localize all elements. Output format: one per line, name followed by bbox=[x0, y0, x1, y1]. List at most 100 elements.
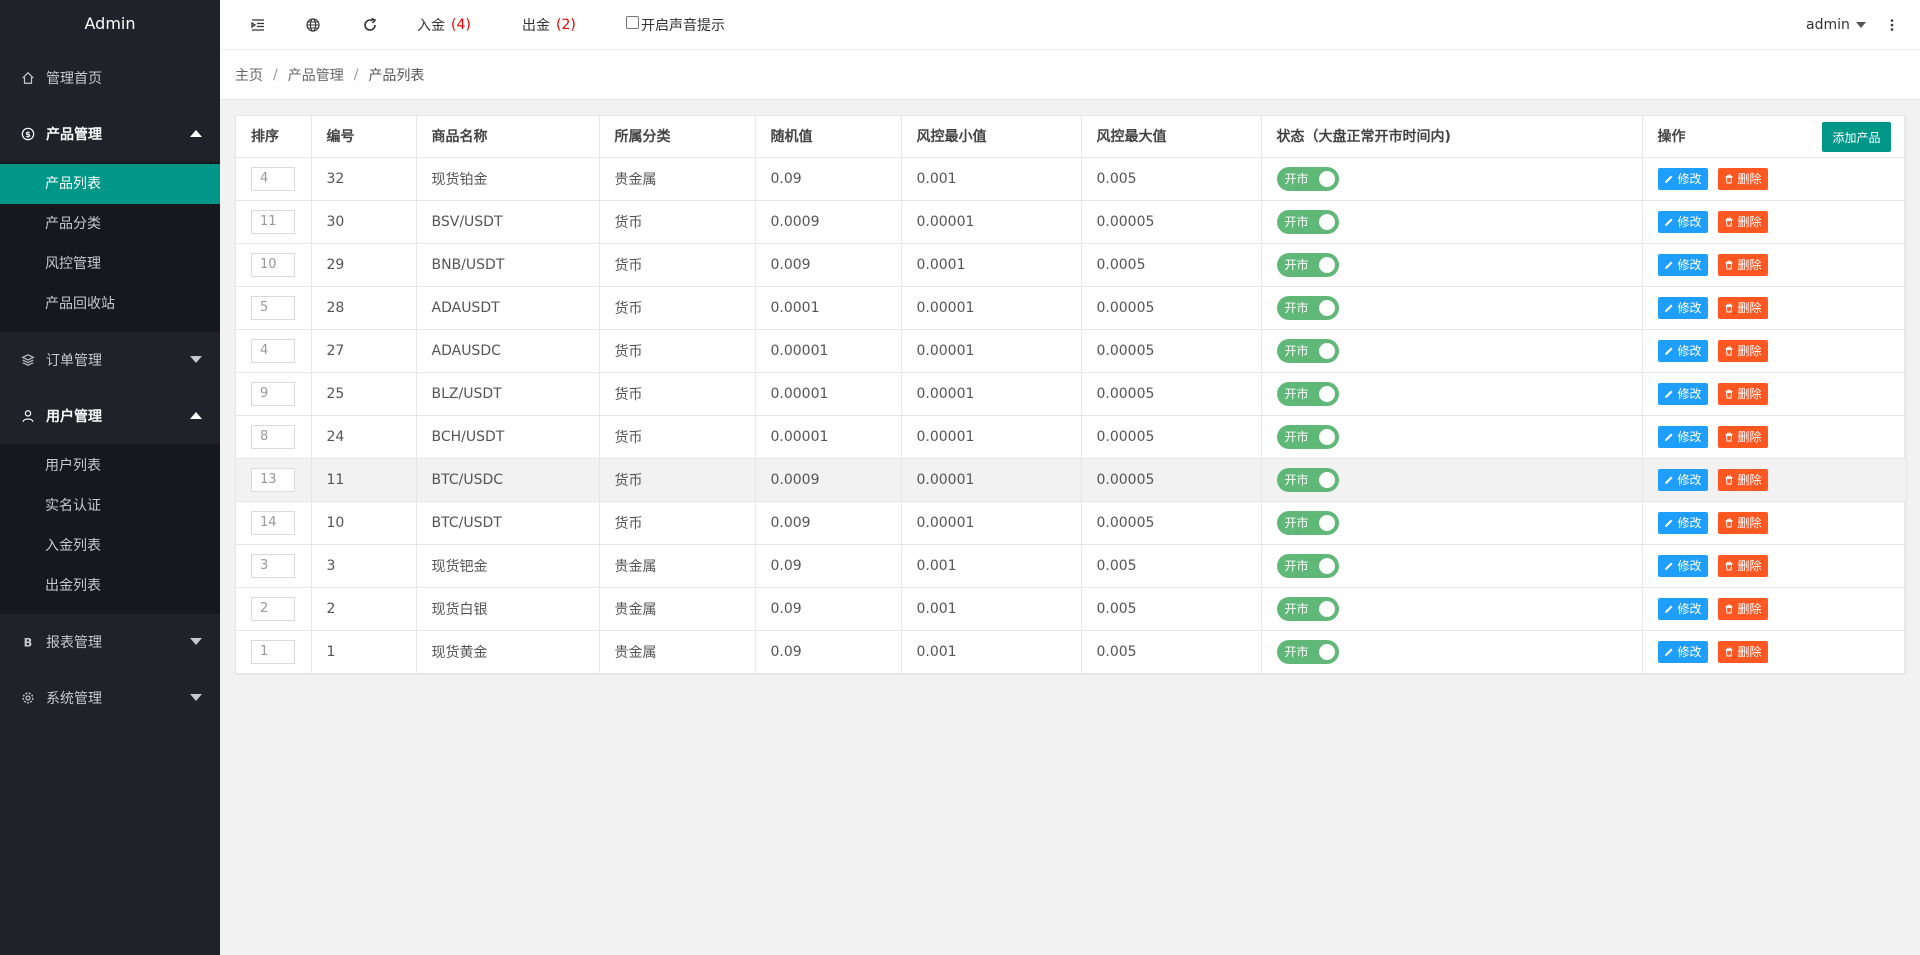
cell-actions: 修改 删除 bbox=[1642, 587, 1907, 631]
sound-checkbox[interactable] bbox=[626, 15, 639, 29]
sort-input[interactable]: 9 bbox=[251, 381, 295, 406]
delete-button[interactable]: 删除 bbox=[1717, 167, 1768, 190]
deposit-count: (4) bbox=[451, 17, 471, 33]
cell-category: 贵金属 bbox=[599, 587, 756, 631]
market-open-switch[interactable]: 开市 bbox=[1276, 252, 1339, 277]
delete-button[interactable]: 删除 bbox=[1717, 253, 1768, 276]
market-open-switch[interactable]: 开市 bbox=[1276, 596, 1339, 621]
add-product-button[interactable]: 添加产品 bbox=[1822, 122, 1891, 152]
sidebar-item-user-list[interactable]: 用户列表 bbox=[0, 446, 220, 486]
cell-status: 开市 bbox=[1261, 458, 1643, 502]
sort-input[interactable]: 5 bbox=[251, 295, 295, 320]
nav-user-management[interactable]: 用户管理 bbox=[0, 388, 220, 444]
sort-input[interactable]: 3 bbox=[251, 553, 295, 578]
deposit-link[interactable]: 入金 (4) bbox=[417, 0, 471, 50]
edit-label: 修改 bbox=[1677, 387, 1702, 401]
more-button[interactable] bbox=[1884, 0, 1900, 50]
user-icon bbox=[20, 408, 36, 424]
market-open-switch[interactable]: 开市 bbox=[1276, 553, 1339, 578]
trash-icon bbox=[1725, 389, 1733, 398]
delete-button[interactable]: 删除 bbox=[1717, 511, 1768, 534]
delete-button[interactable]: 删除 bbox=[1717, 468, 1768, 491]
cell-id: 1 bbox=[311, 630, 417, 674]
cell-random: 0.09 bbox=[755, 630, 902, 674]
delete-label: 删除 bbox=[1737, 344, 1762, 358]
breadcrumb-home[interactable]: 主页 bbox=[235, 65, 263, 85]
nav-product-management[interactable]: $ 产品管理 bbox=[0, 106, 220, 162]
sidebar-item-real-name[interactable]: 实名认证 bbox=[0, 486, 220, 526]
withdraw-link[interactable]: 出金 (2) bbox=[522, 0, 576, 50]
cell-risk-max: 0.005 bbox=[1081, 587, 1262, 631]
trash-icon bbox=[1725, 346, 1733, 355]
edit-button[interactable]: 修改 bbox=[1657, 210, 1708, 233]
market-open-switch[interactable]: 开市 bbox=[1276, 381, 1339, 406]
website-button[interactable] bbox=[305, 0, 321, 50]
edit-button[interactable]: 修改 bbox=[1657, 253, 1708, 276]
sort-input[interactable]: 11 bbox=[251, 209, 295, 234]
pencil-icon bbox=[1664, 175, 1672, 183]
sort-input[interactable]: 1 bbox=[251, 639, 295, 664]
col-header-random: 随机值 bbox=[755, 116, 902, 158]
delete-button[interactable]: 删除 bbox=[1717, 640, 1768, 663]
edit-button[interactable]: 修改 bbox=[1657, 167, 1708, 190]
delete-button[interactable]: 删除 bbox=[1717, 210, 1768, 233]
sidebar-item-deposit-list[interactable]: 入金列表 bbox=[0, 526, 220, 566]
refresh-button[interactable] bbox=[362, 0, 378, 50]
edit-button[interactable]: 修改 bbox=[1657, 468, 1708, 491]
sidebar-item-product-recycle[interactable]: 产品回收站 bbox=[0, 284, 220, 324]
sort-value: 13 bbox=[260, 472, 277, 487]
sort-input[interactable]: 10 bbox=[251, 252, 295, 277]
cell-risk-max: 0.00005 bbox=[1081, 415, 1262, 459]
delete-button[interactable]: 删除 bbox=[1717, 382, 1768, 405]
market-open-switch[interactable]: 开市 bbox=[1276, 510, 1339, 535]
cell-random: 0.00001 bbox=[755, 415, 902, 459]
nav-report-management[interactable]: B 报表管理 bbox=[0, 614, 220, 670]
sort-input[interactable]: 8 bbox=[251, 424, 295, 449]
sidebar-item-risk-control[interactable]: 风控管理 bbox=[0, 244, 220, 284]
market-open-switch[interactable]: 开市 bbox=[1276, 209, 1339, 234]
edit-button[interactable]: 修改 bbox=[1657, 425, 1708, 448]
sort-value: 14 bbox=[260, 515, 277, 530]
market-open-switch[interactable]: 开市 bbox=[1276, 467, 1339, 492]
app-logo-title[interactable]: Admin bbox=[0, 0, 220, 50]
market-open-switch[interactable]: 开市 bbox=[1276, 338, 1339, 363]
delete-button[interactable]: 删除 bbox=[1717, 425, 1768, 448]
market-open-switch[interactable]: 开市 bbox=[1276, 639, 1339, 664]
market-open-switch[interactable]: 开市 bbox=[1276, 295, 1339, 320]
edit-button[interactable]: 修改 bbox=[1657, 339, 1708, 362]
breadcrumb-separator: / bbox=[353, 66, 359, 83]
sort-input[interactable]: 4 bbox=[251, 166, 295, 191]
nav-system-management[interactable]: 系统管理 bbox=[0, 670, 220, 726]
cell-id: 11 bbox=[311, 458, 417, 502]
edit-button[interactable]: 修改 bbox=[1657, 554, 1708, 577]
cell-name: BNB/USDT bbox=[416, 243, 600, 287]
edit-button[interactable]: 修改 bbox=[1657, 511, 1708, 534]
sort-input[interactable]: 14 bbox=[251, 510, 295, 535]
delete-button[interactable]: 删除 bbox=[1717, 339, 1768, 362]
edit-label: 修改 bbox=[1677, 516, 1702, 530]
delete-button[interactable]: 删除 bbox=[1717, 296, 1768, 319]
breadcrumb-product-management[interactable]: 产品管理 bbox=[288, 65, 344, 85]
sidebar: Admin 管理首页 $ 产品管理 产品列表 产品分类 风控管理 产品回收站 订… bbox=[0, 0, 220, 955]
sidebar-item-product-list[interactable]: 产品列表 bbox=[0, 164, 220, 204]
sound-toggle[interactable]: 开启声音提示 bbox=[626, 0, 725, 50]
edit-button[interactable]: 修改 bbox=[1657, 597, 1708, 620]
delete-button[interactable]: 删除 bbox=[1717, 554, 1768, 577]
nav-home[interactable]: 管理首页 bbox=[0, 50, 220, 106]
cell-sort: 4 bbox=[236, 157, 312, 201]
edit-button[interactable]: 修改 bbox=[1657, 640, 1708, 663]
edit-button[interactable]: 修改 bbox=[1657, 382, 1708, 405]
table-row: 1 1 现货黄金 贵金属 0.09 0.001 0.005 开市 修改 删除 bbox=[236, 630, 1907, 674]
delete-button[interactable]: 删除 bbox=[1717, 597, 1768, 620]
market-open-switch[interactable]: 开市 bbox=[1276, 424, 1339, 449]
sort-input[interactable]: 13 bbox=[251, 467, 295, 492]
sort-input[interactable]: 2 bbox=[251, 596, 295, 621]
user-menu[interactable]: admin bbox=[1806, 0, 1866, 50]
menu-toggle-button[interactable] bbox=[250, 0, 266, 50]
sidebar-item-withdraw-list[interactable]: 出金列表 bbox=[0, 566, 220, 606]
sort-input[interactable]: 4 bbox=[251, 338, 295, 363]
nav-order-management[interactable]: 订单管理 bbox=[0, 332, 220, 388]
sidebar-item-product-category[interactable]: 产品分类 bbox=[0, 204, 220, 244]
edit-button[interactable]: 修改 bbox=[1657, 296, 1708, 319]
market-open-switch[interactable]: 开市 bbox=[1276, 166, 1339, 191]
